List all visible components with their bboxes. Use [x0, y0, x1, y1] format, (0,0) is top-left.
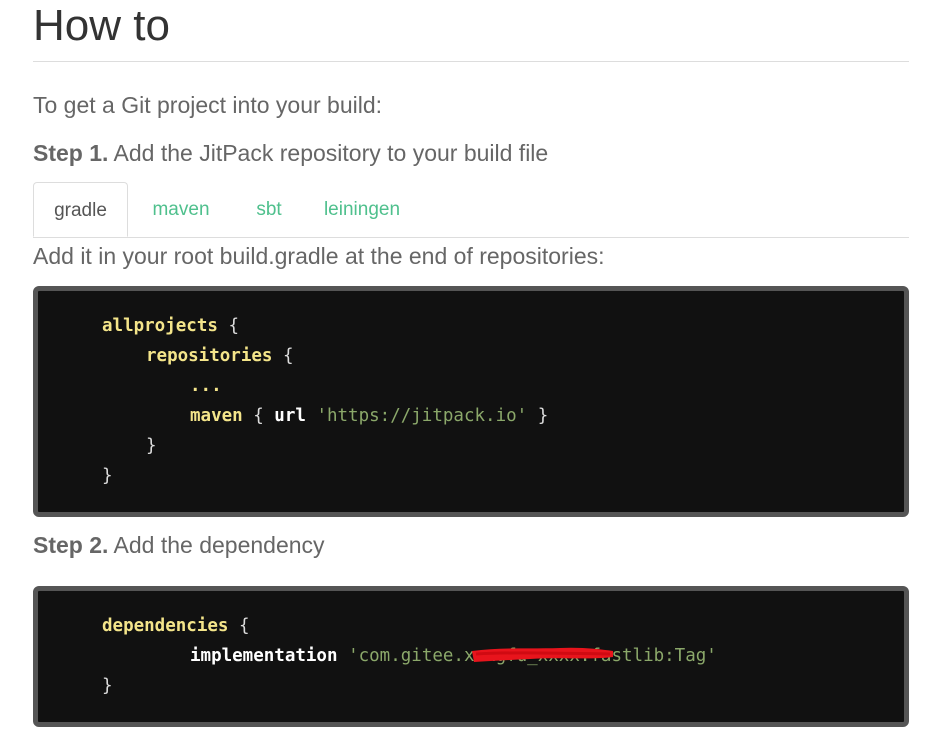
tab-maven[interactable]: maven	[137, 182, 225, 237]
tab-sbt[interactable]: sbt	[245, 182, 293, 237]
code-keyword: dependencies	[102, 616, 229, 636]
code-punct: }	[102, 676, 113, 696]
page: How to To get a Git project into your bu…	[0, 0, 932, 739]
code-punct: {	[217, 316, 239, 336]
code-keyword: maven	[190, 406, 243, 426]
redaction-scribble	[472, 647, 613, 662]
code-keyword: repositories	[146, 346, 273, 366]
code-line: allprojects {	[102, 311, 239, 341]
code-punct: {	[228, 616, 250, 636]
step-1: Step 1. Add the JitPack repository to yo…	[33, 139, 548, 167]
step-2-label: Step 2.	[33, 532, 109, 558]
intro-text: To get a Git project into your build:	[33, 92, 383, 118]
code-string: 'https://jitpack.io'	[316, 406, 528, 426]
code-line: implementation 'com.gitee.xxxgfu_xxxx:fa…	[190, 641, 717, 671]
repositories-code-block[interactable]: allprojects { repositories { ... maven {…	[33, 286, 909, 517]
code-line: ...	[190, 371, 222, 401]
tab-leiningen[interactable]: leiningen	[313, 182, 411, 237]
code-line: }	[146, 431, 157, 461]
build-tool-tabs: gradle maven sbt leiningen	[33, 182, 909, 238]
code-punct: {	[242, 406, 275, 426]
page-title: How to	[33, 1, 170, 50]
code-punct: }	[527, 406, 549, 426]
code-line: }	[102, 671, 113, 701]
title-divider	[33, 61, 909, 62]
code-punct: }	[102, 466, 113, 486]
step-1-label: Step 1.	[33, 140, 109, 166]
gradle-hint: Add it in your root build.gradle at the …	[33, 243, 605, 269]
code-keyword: allprojects	[102, 316, 218, 336]
tab-gradle[interactable]: gradle	[33, 182, 128, 237]
code-line: maven { url 'https://jitpack.io' }	[190, 401, 548, 431]
code-punct: }	[146, 436, 157, 456]
code-punct: {	[272, 346, 294, 366]
code-line: dependencies {	[102, 611, 250, 641]
code-identifier: implementation	[190, 646, 338, 666]
code-keyword: ...	[190, 376, 222, 396]
code-line: }	[102, 461, 113, 491]
step-2: Step 2. Add the dependency	[33, 531, 325, 559]
code-identifier: url	[274, 406, 306, 426]
code-line: repositories {	[146, 341, 294, 371]
step-2-text: Add the dependency	[108, 532, 325, 558]
step-1-text: Add the JitPack repository to your build…	[108, 140, 549, 166]
